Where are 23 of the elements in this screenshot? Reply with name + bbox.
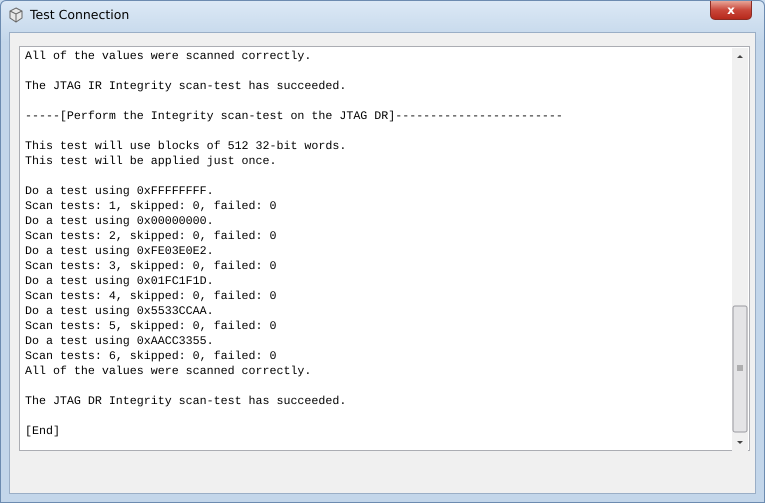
log-line: All of the values were scanned correctly. (25, 364, 312, 379)
log-line: Do a test using 0xAACC3355. (25, 334, 214, 349)
log-line: Scan tests: 6, skipped: 0, failed: 0 (25, 349, 276, 364)
log-line: [End] (25, 424, 60, 439)
log-line: All of the values were scanned correctly. (25, 49, 312, 64)
log-line: Do a test using 0x01FC1F1D. (25, 274, 214, 289)
log-line: The JTAG IR Integrity scan-test has succeeded. (25, 79, 346, 94)
log-line: Scan tests: 2, skipped: 0, failed: 0 (25, 229, 276, 244)
log-line: Do a test using 0xFFFFFFFF. (25, 184, 214, 199)
log-line: Scan tests: 1, skipped: 0, failed: 0 (25, 199, 276, 214)
log-line: Do a test using 0x5533CCAA. (25, 304, 214, 319)
log-line: The JTAG DR Integrity scan-test has succeeded. (25, 394, 346, 409)
window-icon (8, 7, 24, 23)
log-line: Do a test using 0x00000000. (25, 214, 214, 229)
log-line: This test will be applied just once. (25, 154, 276, 169)
close-button[interactable]: x (710, 1, 752, 20)
log-line: Scan tests: 5, skipped: 0, failed: 0 (25, 319, 276, 334)
log-line: -----[Perform the Integrity scan-test on the JTAG DR]------------------------ (25, 109, 563, 124)
log-line: Do a test using 0xFE03E0E2. (25, 244, 214, 259)
log-line: This test will use blocks of 512 32-bit words. (25, 139, 346, 154)
log-line: Scan tests: 3, skipped: 0, failed: 0 (25, 259, 276, 274)
log-line: Scan tests: 4, skipped: 0, failed: 0 (25, 289, 276, 304)
window-title: Test Connection (30, 6, 130, 24)
